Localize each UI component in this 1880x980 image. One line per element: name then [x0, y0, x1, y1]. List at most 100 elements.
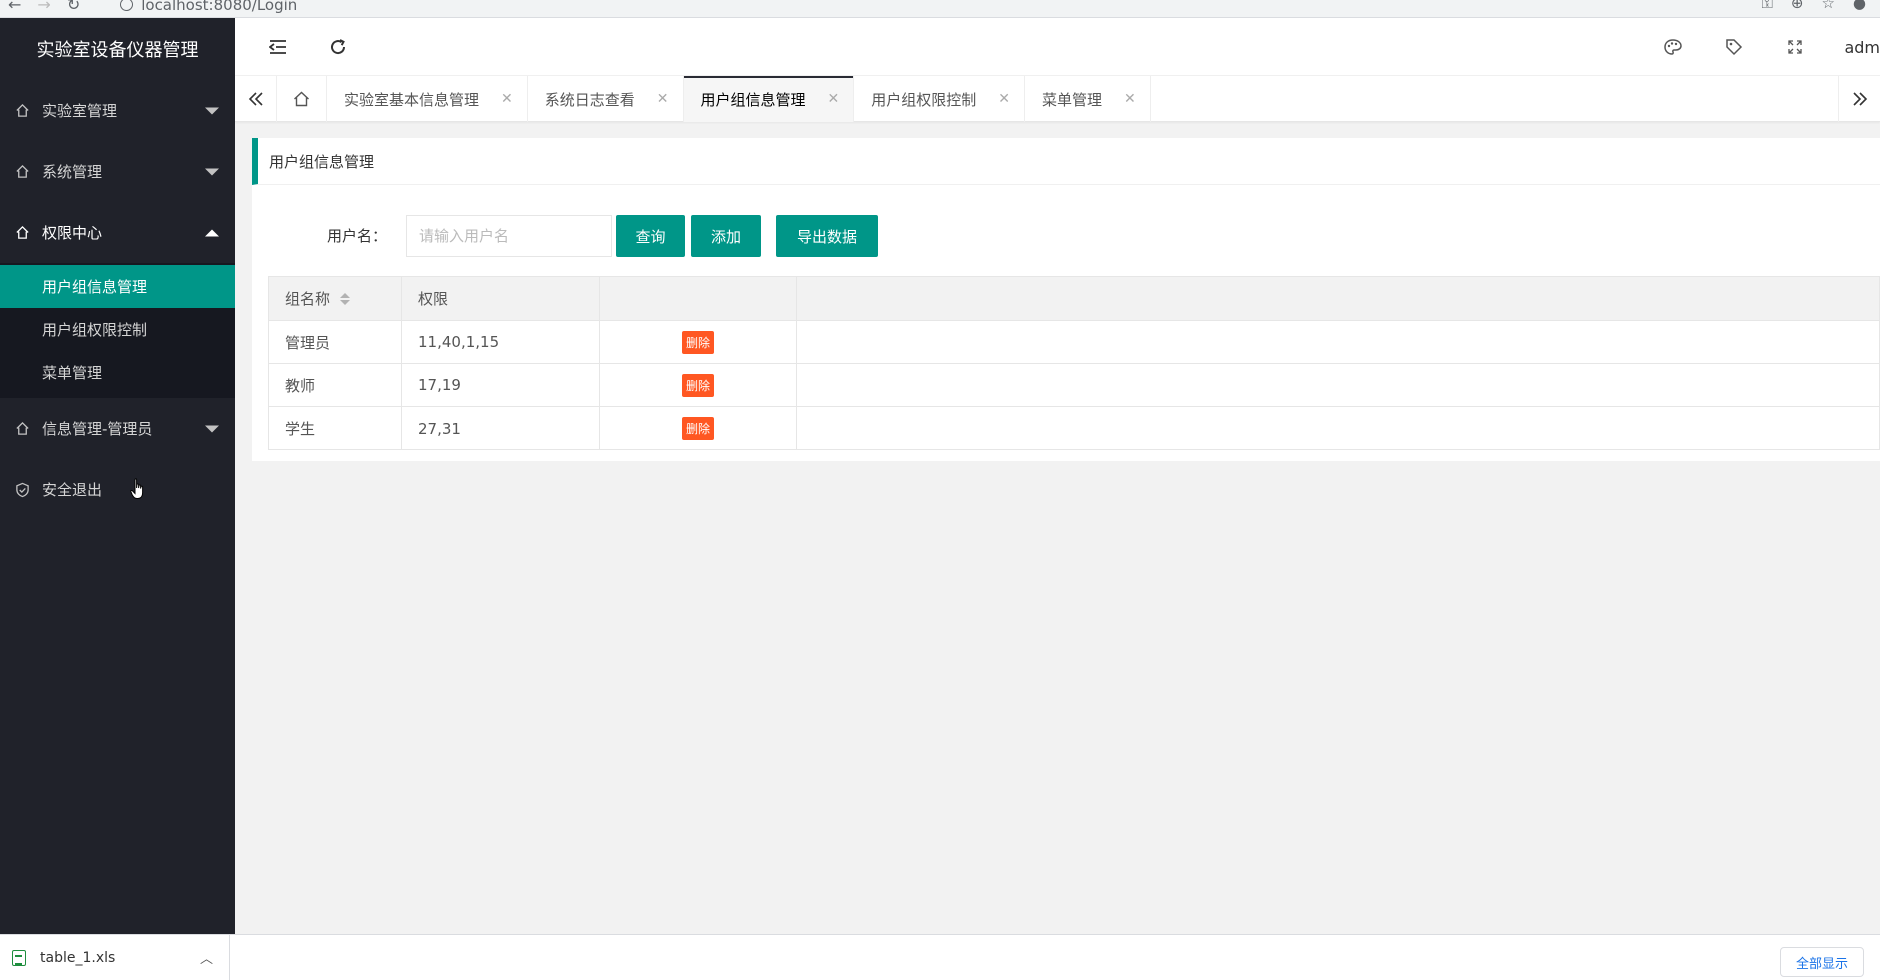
- user-name[interactable]: adm: [1844, 38, 1880, 57]
- sidebar-item-label: 实验室管理: [42, 102, 118, 120]
- url-text: localhost:8080/Login: [141, 0, 298, 14]
- sort-icon[interactable]: [340, 292, 351, 305]
- info-icon[interactable]: [120, 0, 134, 11]
- cell-permission: 27,31: [402, 407, 600, 450]
- chevron-down-icon: [205, 168, 219, 175]
- menu-fold-icon[interactable]: [265, 34, 291, 60]
- fullscreen-icon[interactable]: [1782, 34, 1808, 60]
- download-item[interactable]: table_1.xls ︿: [0, 935, 230, 980]
- sidebar-subitem-group-permission[interactable]: 用户组权限控制: [0, 308, 235, 351]
- delete-button[interactable]: 删除: [681, 330, 714, 354]
- cell-permission: 11,40,1,15: [402, 321, 600, 363]
- tabs-scroll-left-icon[interactable]: [235, 76, 277, 122]
- sidebar-subitem-group-info[interactable]: 用户组信息管理: [0, 265, 235, 308]
- tab-system-log[interactable]: 系统日志查看 ✕: [528, 76, 684, 122]
- sidebar-item-permission[interactable]: 权限中心: [0, 202, 235, 263]
- download-filename: table_1.xls: [40, 950, 116, 966]
- sidebar-item-info-admin[interactable]: 信息管理-管理员: [0, 398, 235, 459]
- spreadsheet-file-icon: [12, 950, 26, 966]
- search-form: 用户名： 查询 添加 导出数据: [252, 215, 1880, 257]
- top-header: adm: [235, 18, 1880, 76]
- home-icon: [14, 103, 30, 119]
- sidebar-item-label: 安全退出: [42, 481, 103, 499]
- cell-action: 删除: [600, 364, 797, 406]
- tab-label: 系统日志查看: [544, 90, 635, 109]
- app-title: 实验室设备仪器管理: [36, 40, 199, 61]
- browser-nav: ← → ↻: [0, 0, 80, 14]
- shield-check-icon: [14, 482, 30, 498]
- cell-filler: [797, 321, 1879, 363]
- chevron-down-icon: [205, 107, 219, 114]
- delete-button[interactable]: 删除: [681, 417, 714, 440]
- forward-icon[interactable]: →: [37, 0, 50, 14]
- export-button[interactable]: 导出数据: [776, 215, 878, 257]
- column-header-action: [600, 277, 797, 320]
- tab-label: 用户组信息管理: [700, 90, 806, 109]
- sidebar-item-lab[interactable]: 实验室管理: [0, 80, 235, 141]
- sidebar-item-system[interactable]: 系统管理: [0, 141, 235, 202]
- table-row: 管理员 11,40,1,15 删除: [269, 321, 1879, 364]
- cell-action: 删除: [600, 321, 797, 363]
- reload-icon[interactable]: ↻: [67, 0, 80, 14]
- hand-cursor-icon: [130, 478, 146, 500]
- tab-label: 用户组权限控制: [871, 90, 977, 109]
- page-title: 用户组信息管理: [252, 138, 1880, 185]
- address-bar[interactable]: localhost:8080/Login: [120, 0, 297, 14]
- chevron-down-icon: [205, 425, 219, 432]
- tab-label: 实验室基本信息管理: [344, 90, 480, 109]
- sidebar-subitem-menu[interactable]: 菜单管理: [0, 351, 235, 394]
- tab-label: 菜单管理: [1042, 90, 1103, 109]
- sidebar: 实验室设备仪器管理 实验室管理 系统管理 权限中心 用户组信息管理 用户组权限控…: [0, 18, 235, 934]
- sidebar-item-label: 权限中心: [42, 224, 103, 242]
- cell-group-name: 管理员: [269, 321, 402, 363]
- star-icon[interactable]: ☆: [1821, 0, 1834, 12]
- close-icon[interactable]: ✕: [998, 91, 1010, 107]
- refresh-icon[interactable]: [325, 34, 351, 60]
- cell-group-name: 教师: [269, 364, 402, 406]
- column-header-group-name[interactable]: 组名称: [269, 277, 402, 320]
- sidebar-item-logout[interactable]: 安全退出: [0, 459, 235, 520]
- tabs-scroll-right-icon[interactable]: [1838, 76, 1880, 122]
- cell-permission: 17,19: [402, 364, 600, 406]
- cell-group-name: 学生: [269, 407, 402, 450]
- sidebar-item-label: 系统管理: [42, 163, 103, 181]
- home-icon: [14, 164, 30, 180]
- cell-filler: [797, 364, 1879, 406]
- browser-actions: ⚿ ⊕ ☆ ●: [1761, 0, 1866, 12]
- zoom-icon[interactable]: ⊕: [1791, 0, 1804, 12]
- search-input[interactable]: [406, 215, 612, 257]
- chevron-up-icon: [205, 229, 219, 236]
- close-icon[interactable]: ✕: [1124, 91, 1136, 107]
- tab-group-info[interactable]: 用户组信息管理 ✕: [683, 76, 855, 122]
- home-icon: [14, 421, 30, 437]
- table-header: 组名称 权限: [269, 277, 1879, 321]
- show-all-button[interactable]: 全部显示: [1779, 947, 1864, 977]
- home-icon: [14, 225, 30, 241]
- column-header-permission: 权限: [402, 277, 600, 320]
- query-button[interactable]: 查询: [616, 215, 685, 257]
- profile-icon[interactable]: ●: [1853, 0, 1866, 12]
- close-icon[interactable]: ✕: [657, 91, 669, 107]
- add-button[interactable]: 添加: [691, 215, 761, 257]
- download-bar: table_1.xls ︿ 全部显示: [0, 934, 1880, 980]
- palette-icon[interactable]: [1660, 34, 1686, 60]
- back-icon[interactable]: ←: [8, 0, 21, 14]
- browser-toolbar: ← → ↻ localhost:8080/Login ⚿ ⊕ ☆ ●: [0, 0, 1880, 18]
- tab-home-icon[interactable]: [277, 76, 327, 122]
- close-icon[interactable]: ✕: [828, 91, 840, 107]
- cell-filler: [797, 407, 1879, 450]
- close-icon[interactable]: ✕: [501, 91, 513, 107]
- key-icon[interactable]: ⚿: [1761, 0, 1772, 12]
- tab-lab-info[interactable]: 实验室基本信息管理 ✕: [327, 76, 528, 122]
- table-row: 学生 27,31 删除: [269, 407, 1879, 450]
- data-table: 组名称 权限 管理员 11,40,1,15 删除 教师 17,19 删除 学生: [268, 276, 1880, 450]
- tab-bar: 实验室基本信息管理 ✕ 系统日志查看 ✕ 用户组信息管理 ✕ 用户组权限控制 ✕…: [235, 76, 1880, 122]
- cell-action: 删除: [600, 407, 797, 450]
- delete-button[interactable]: 删除: [681, 373, 714, 397]
- tab-menu[interactable]: 菜单管理 ✕: [1025, 76, 1151, 122]
- tab-group-permission[interactable]: 用户组权限控制 ✕: [854, 76, 1025, 122]
- chevron-up-icon[interactable]: ︿: [200, 948, 213, 967]
- tag-icon[interactable]: [1721, 34, 1747, 60]
- table-row: 教师 17,19 删除: [269, 364, 1879, 407]
- sidebar-item-label: 信息管理-管理员: [42, 420, 153, 438]
